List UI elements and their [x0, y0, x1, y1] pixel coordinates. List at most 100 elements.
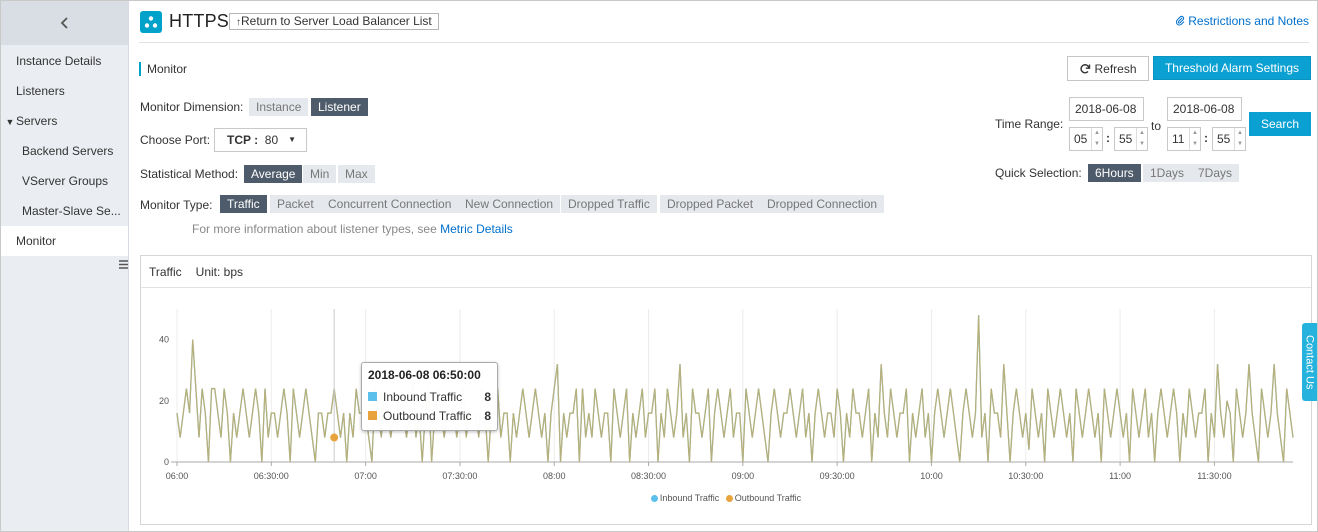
sidebar-back-button[interactable] — [1, 1, 128, 45]
chart-tooltip: 2018-06-08 06:50:00 Inbound Traffic 8 Ou… — [361, 362, 498, 431]
type-option-dropped-connection[interactable]: Dropped Connection — [760, 195, 885, 213]
x-tick-label: 08:00 — [543, 471, 566, 481]
tooltip-row-inbound: Inbound Traffic 8 — [368, 387, 491, 406]
tooltip-row-outbound: Outbound Traffic 8 — [368, 406, 491, 425]
sidebar-item-servers[interactable]: ▼ Servers — [1, 106, 128, 136]
app-window: Instance Details Listeners ▼ Servers Back… — [0, 0, 1318, 532]
metric-details-link[interactable]: Metric Details — [440, 222, 513, 236]
type-option-new-connection[interactable]: New Connection — [458, 195, 561, 213]
y-tick-label: 0 — [164, 457, 169, 467]
sidebar-item-label: Monitor — [16, 234, 57, 248]
x-tick-label: 09:00 — [732, 471, 755, 481]
menu-collapse-icon[interactable] — [118, 259, 130, 271]
chart-legend: Inbound Traffic Outbound Traffic — [141, 493, 1311, 503]
type-option-concurrent-connection[interactable]: Concurrent Connection — [321, 195, 459, 213]
x-tick-label: 11:30:00 — [1197, 471, 1231, 481]
spinner-icon[interactable]: ▲ ▼ — [1189, 128, 1200, 150]
end-hour-input[interactable]: 11 ▲ ▼ — [1167, 127, 1201, 151]
sidebar-item-monitor[interactable]: Monitor — [1, 226, 128, 256]
return-to-list-label: Return to Server Load Balancer List — [241, 14, 432, 28]
refresh-button[interactable]: Refresh — [1067, 56, 1149, 81]
restrictions-link[interactable]: Restrictions and Notes — [1175, 14, 1309, 28]
chart-unit: Unit: bps — [195, 265, 244, 279]
sidebar-item-listeners[interactable]: Listeners — [1, 76, 128, 106]
dimension-label: Monitor Dimension: — [140, 100, 244, 114]
legend-dot — [650, 495, 658, 502]
refresh-icon — [1080, 63, 1091, 73]
spinner-icon[interactable]: ▲ ▼ — [1091, 128, 1102, 150]
method-option-average[interactable]: Average — [244, 165, 303, 183]
end-minute-input[interactable]: 55 ▲ ▼ — [1212, 127, 1246, 151]
dimension-option-listener[interactable]: Listener — [311, 98, 368, 116]
sidebar-item-backend-servers[interactable]: Backend Servers — [1, 136, 128, 166]
threshold-alarm-button[interactable]: Threshold Alarm Settings — [1153, 56, 1311, 80]
search-button[interactable]: Search — [1249, 112, 1311, 136]
outbound-swatch — [368, 411, 377, 420]
port-select[interactable]: TCP : 80 ▼ — [214, 128, 307, 152]
sidebar-item-label: Instance Details — [16, 54, 102, 68]
type-label: Monitor Type: — [140, 198, 213, 212]
method-option-min[interactable]: Min — [303, 165, 337, 183]
type-option-dropped-traffic[interactable]: Dropped Traffic — [561, 195, 657, 213]
quick-option-7days[interactable]: 7Days — [1191, 164, 1240, 182]
sidebar-item-instance-details[interactable]: Instance Details — [1, 46, 128, 76]
tooltip-time: 2018-06-08 06:50:00 — [368, 368, 481, 382]
tooltip-series-value: 8 — [484, 408, 491, 423]
end-date-input[interactable]: 2018-06-08 — [1167, 97, 1242, 121]
sidebar: Instance Details Listeners ▼ Servers Back… — [1, 1, 130, 531]
x-tick-label: 10:30:00 — [1008, 471, 1043, 481]
x-tick-label: 07:30:00 — [442, 471, 477, 481]
type-option-traffic[interactable]: Traffic — [220, 195, 267, 213]
sidebar-item-label: Master-Slave Se... — [22, 204, 121, 218]
series-line-outbound — [176, 315, 1294, 463]
contact-us-tab[interactable]: Contact Us — [1302, 323, 1317, 401]
start-minute-input[interactable]: 55 ▲ ▼ — [1114, 127, 1148, 151]
spinner-icon[interactable]: ▲ ▼ — [1136, 128, 1147, 150]
sidebar-item-label: Servers — [16, 114, 58, 128]
sidebar-item-label: VServer Groups — [22, 174, 109, 188]
y-tick-label: 20 — [159, 396, 169, 406]
quick-option-1days[interactable]: 1Days — [1143, 164, 1192, 182]
sidebar-item-vserver-groups[interactable]: VServer Groups — [1, 166, 128, 196]
hover-marker — [330, 433, 339, 442]
dimension-option-instance[interactable]: Instance — [249, 98, 309, 116]
slb-logo-icon — [140, 11, 162, 33]
traffic-chart[interactable]: 06:00 06:30:00 07:00 07:30:00 08:00 08:30:00 0… — [141, 289, 1311, 489]
x-tick-label: 10:00 — [920, 471, 943, 481]
page-title: HTTPS — [169, 11, 230, 31]
inbound-swatch — [368, 392, 377, 401]
port-value: 80 — [264, 133, 279, 147]
x-tick-label: 06:30:00 — [254, 471, 289, 481]
chart-panel-header: Traffic Unit: bps — [141, 256, 1311, 288]
to-label: to — [1151, 119, 1162, 133]
refresh-label: Refresh — [1094, 61, 1137, 76]
time-range-label: Time Range: — [995, 117, 1064, 131]
type-option-packet[interactable]: Packet — [270, 195, 321, 213]
chevron-left-icon — [60, 17, 68, 29]
type-option-dropped-packet[interactable]: Dropped Packet — [660, 195, 761, 213]
metric-info-label: For more information about listener type… — [192, 222, 441, 236]
sidebar-item-label: Backend Servers — [22, 144, 114, 158]
return-to-list-button[interactable]: ↑Return to Server Load Balancer List — [229, 13, 439, 30]
quick-option-6hours[interactable]: 6Hours — [1088, 164, 1141, 182]
x-tick-label: 07:00 — [354, 471, 377, 481]
restrictions-label: Restrictions and Notes — [1188, 14, 1309, 28]
method-label: Statistical Method: — [140, 167, 239, 181]
chart-panel: Traffic Unit: bps 06:00 06:30:00 07:00 07:30… — [140, 255, 1312, 525]
start-hour-input[interactable]: 05 ▲ ▼ — [1069, 127, 1103, 151]
spinner-icon[interactable]: ▲ ▼ — [1234, 128, 1245, 150]
tooltip-series-name: Outbound Traffic — [383, 408, 472, 423]
legend-item-outbound[interactable]: Outbound Traffic — [725, 493, 801, 503]
legend-item-inbound[interactable]: Inbound Traffic — [650, 493, 719, 503]
x-tick-label: 08:30:00 — [631, 471, 666, 481]
caret-down-icon: ▼ — [5, 117, 15, 127]
time-separator: : — [1106, 131, 1110, 145]
start-minute-value: 55 — [1119, 132, 1133, 146]
method-option-max[interactable]: Max — [338, 165, 375, 183]
start-date-input[interactable]: 2018-06-08 — [1069, 97, 1144, 121]
tooltip-series-value: 8 — [484, 389, 491, 404]
tooltip-series-name: Inbound Traffic — [383, 389, 463, 404]
sidebar-item-master-slave[interactable]: Master-Slave Se... — [1, 196, 128, 226]
series-line-inbound — [176, 315, 1294, 463]
port-protocol: TCP : — [227, 133, 259, 147]
